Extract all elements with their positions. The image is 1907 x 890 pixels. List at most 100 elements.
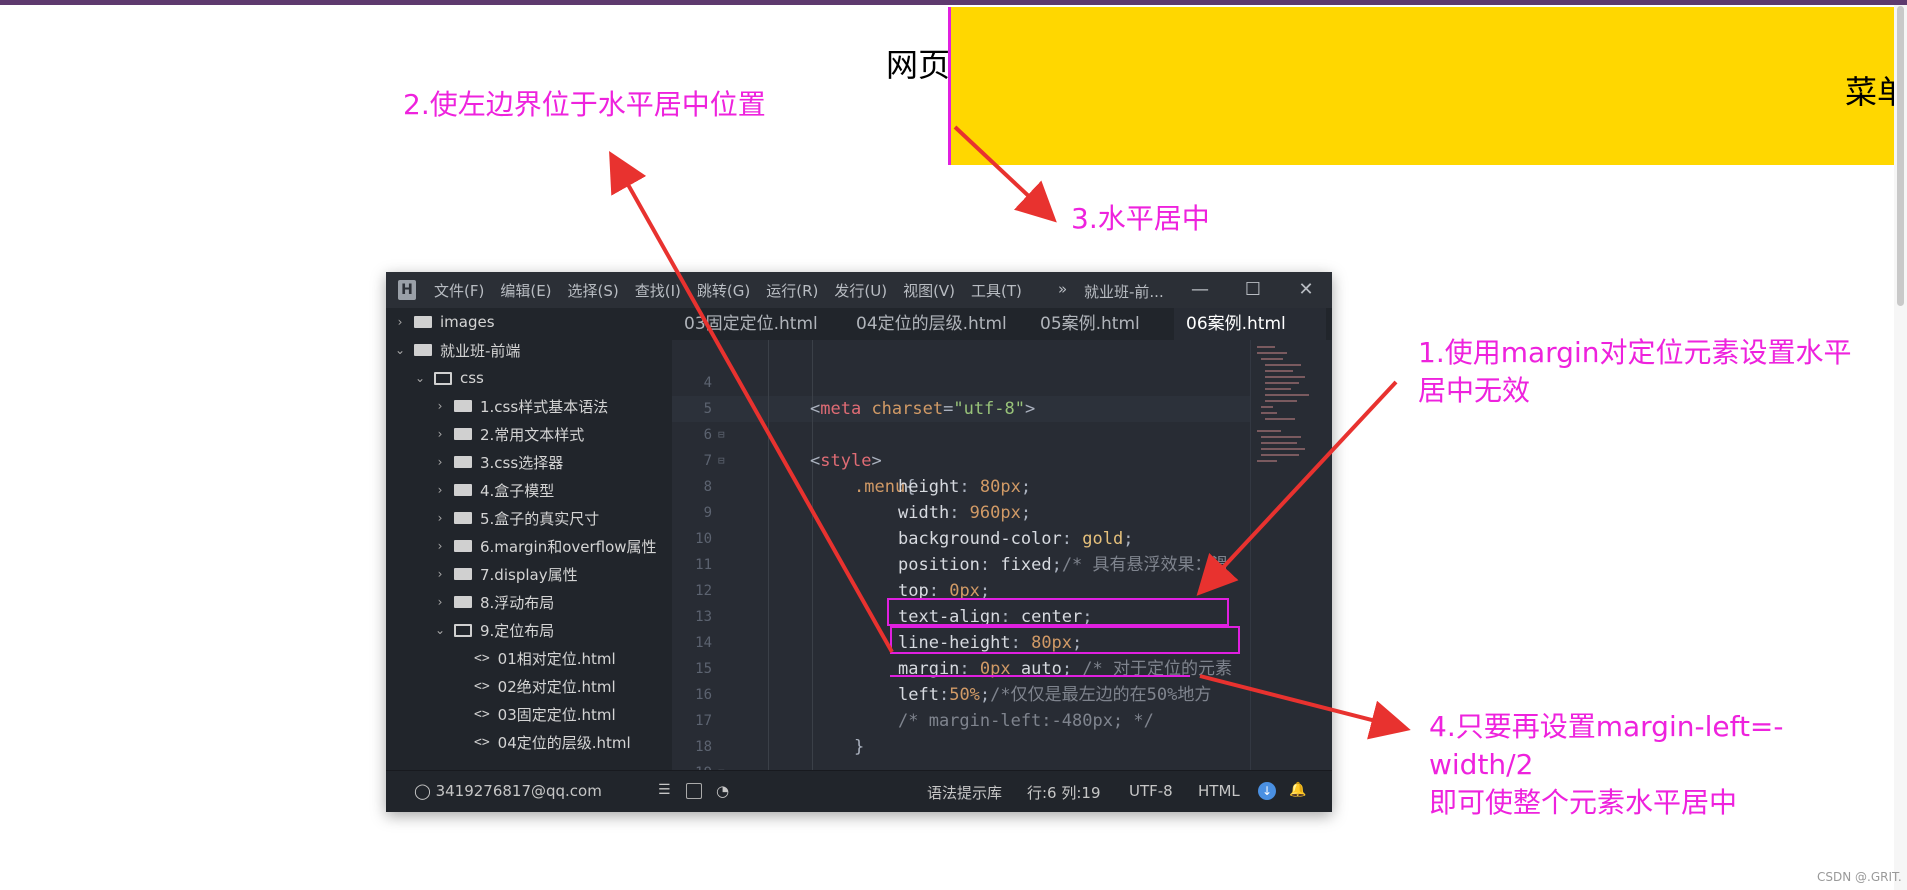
minimap-line — [1261, 448, 1305, 450]
tree-item-folder[interactable]: › 3.css选择器 — [386, 448, 720, 476]
code-editor[interactable]: 4 <meta charset="utf-8"> 5 ⊟ <style> 6 ⊟… — [672, 340, 1250, 770]
tree-item-label: 3.css选择器 — [480, 453, 564, 472]
tree-item-folder[interactable]: ⌄ 9.定位布局 — [386, 616, 720, 644]
tree-item-project[interactable]: ⌄ 就业班-前端 — [386, 336, 680, 364]
chevron-right-icon: › — [437, 427, 443, 441]
minimap-line — [1257, 430, 1281, 432]
tree-item-label: 7.display属性 — [480, 565, 578, 584]
minimap-line — [1257, 352, 1287, 354]
tree-item-label: 5.盒子的真实尺寸 — [480, 509, 600, 528]
code-line: 9 background-color: gold; — [672, 474, 1250, 549]
close-button[interactable]: ✕ — [1292, 276, 1320, 304]
menu-tools[interactable]: 工具(T) — [971, 280, 1022, 301]
chevron-right-icon: › — [437, 399, 443, 413]
highlight-margin-line — [887, 598, 1229, 626]
annotation-step2: 2.使左边界位于水平居中位置 — [403, 88, 766, 121]
tab-05[interactable]: 05案例.html — [1028, 308, 1170, 340]
open-folder-icon — [454, 623, 472, 637]
tree-item-css[interactable]: ⌄ css — [386, 364, 700, 392]
minimap-line — [1257, 346, 1275, 348]
hbuilder-window: H 文件(F) 编辑(E) 选择(S) 查找(I) 跳转(G) 运行(R) 发行… — [386, 272, 1332, 812]
more-menu-icon[interactable]: » — [1058, 280, 1067, 298]
tree-item-folder[interactable]: › 8.浮动布局 — [386, 588, 720, 616]
chevron-right-icon: › — [437, 511, 443, 525]
encoding-label[interactable]: UTF-8 — [1129, 782, 1173, 800]
annotation-step4-line1: 4.只要再设置margin-left=- — [1429, 710, 1784, 743]
minimap-line — [1261, 358, 1283, 360]
folder-icon — [414, 316, 432, 328]
ide-titlebar: H 文件(F) 编辑(E) 选择(S) 查找(I) 跳转(G) 运行(R) 发行… — [386, 272, 1332, 308]
tab-06-active[interactable]: 06案例.html — [1174, 308, 1326, 340]
chevron-down-icon: ⌄ — [434, 623, 446, 637]
code-line: 12 text-align: center; — [672, 552, 1250, 627]
menu-view[interactable]: 视图(V) — [903, 280, 955, 301]
tree-item-label: 04定位的层级.html — [497, 733, 631, 752]
language-mode[interactable]: HTML — [1198, 782, 1240, 800]
ide-menubar: 文件(F) 编辑(E) 选择(S) 查找(I) 跳转(G) 运行(R) 发行(U… — [434, 272, 1038, 308]
open-folder-icon — [434, 371, 452, 385]
annotation-step4: 4.只要再设置margin-left=- width/2 即可使整个元素水平居中 — [1429, 708, 1784, 822]
bell-icon[interactable]: 🔔 — [1289, 782, 1306, 798]
hbuilder-logo-icon: H — [398, 280, 416, 300]
menu-edit[interactable]: 编辑(E) — [500, 280, 551, 301]
annotation-step4-line2: width/2 — [1429, 748, 1534, 781]
menu-file[interactable]: 文件(F) — [434, 280, 484, 301]
html-file-icon: <> — [474, 678, 490, 694]
tab-03[interactable]: 03固定定位.html — [672, 308, 842, 340]
minimap-line — [1261, 442, 1297, 444]
minimize-button[interactable]: — — [1186, 276, 1214, 304]
minimap-line — [1265, 382, 1299, 384]
annotation-step1-line1: 1.使用margin对定位元素设置水平 — [1418, 336, 1852, 369]
minimap-line — [1265, 418, 1295, 420]
folder-icon — [454, 568, 472, 580]
code-line: 5 ⊟ <style> — [672, 370, 1250, 471]
menu-find[interactable]: 查找(I) — [635, 280, 681, 301]
menu-select[interactable]: 选择(S) — [568, 280, 619, 301]
html-file-icon: <> — [474, 706, 490, 722]
list-icon[interactable]: ☰ — [658, 782, 671, 798]
minimap-line — [1261, 406, 1273, 408]
download-icon[interactable]: ↓ — [1258, 782, 1276, 800]
minimap-line — [1257, 460, 1277, 462]
menu-run[interactable]: 运行(R) — [766, 280, 818, 301]
cursor-position[interactable]: 行:6 列:19 — [1027, 782, 1101, 803]
tree-item-folder[interactable]: › 2.常用文本样式 — [386, 420, 720, 448]
tree-item-folder[interactable]: › 6.margin和overflow属性 — [386, 532, 720, 560]
tree-item-images[interactable]: › images — [386, 308, 680, 336]
maximize-button[interactable]: ☐ — [1239, 276, 1267, 304]
code-line: 17 } — [672, 682, 1250, 757]
page-scrollbar-thumb[interactable] — [1897, 6, 1904, 306]
chevron-right-icon: › — [437, 567, 443, 581]
menu-goto[interactable]: 跳转(G) — [697, 280, 750, 301]
tree-item-label: 6.margin和overflow属性 — [480, 537, 657, 556]
folder-icon — [454, 540, 472, 552]
html-file-icon: <> — [474, 734, 490, 750]
tree-item-folder[interactable]: › 4.盒子模型 — [386, 476, 720, 504]
tree-item-folder[interactable]: › 1.css样式基本语法 — [386, 392, 720, 420]
tree-item-label: 1.css样式基本语法 — [480, 397, 609, 416]
syntax-hint-library[interactable]: 语法提示库 — [927, 782, 1002, 803]
minimap-line — [1265, 364, 1301, 366]
tree-item-label: 9.定位布局 — [480, 621, 555, 640]
tree-item-folder[interactable]: › 5.盒子的真实尺寸 — [386, 504, 720, 532]
code-minimap[interactable] — [1250, 340, 1332, 770]
watermark: CSDN @.GRIT. — [1817, 870, 1902, 884]
project-title: 就业班-前... — [1084, 283, 1164, 301]
account-label[interactable]: ◯ 3419276817@qq.com — [414, 782, 602, 800]
chevron-down-icon: ⌄ — [414, 371, 426, 385]
folder-icon — [454, 400, 472, 412]
minimap-line — [1261, 454, 1299, 456]
tree-item-label: 03固定定位.html — [497, 705, 616, 724]
palette-icon[interactable]: ◔ — [716, 782, 729, 800]
code-line: 18 ⊟ p{ — [672, 708, 1250, 770]
code-line: 20 } — [672, 760, 1250, 770]
project-explorer: › images ⌄ 就业班-前端 ⌄ css › 1.css样式基本语法 › … — [386, 308, 672, 770]
tab-04[interactable]: 04定位的层级.html — [844, 308, 1026, 340]
annotation-step1-line2: 居中无效 — [1418, 374, 1531, 407]
terminal-icon[interactable] — [686, 783, 702, 799]
menu-publish[interactable]: 发行(U) — [834, 280, 887, 301]
tree-item-label: 就业班-前端 — [440, 341, 521, 360]
tree-item-label: 8.浮动布局 — [480, 593, 555, 612]
gold-menu-bar: 菜单 — [950, 7, 1907, 165]
tree-item-folder[interactable]: › 7.display属性 — [386, 560, 720, 588]
